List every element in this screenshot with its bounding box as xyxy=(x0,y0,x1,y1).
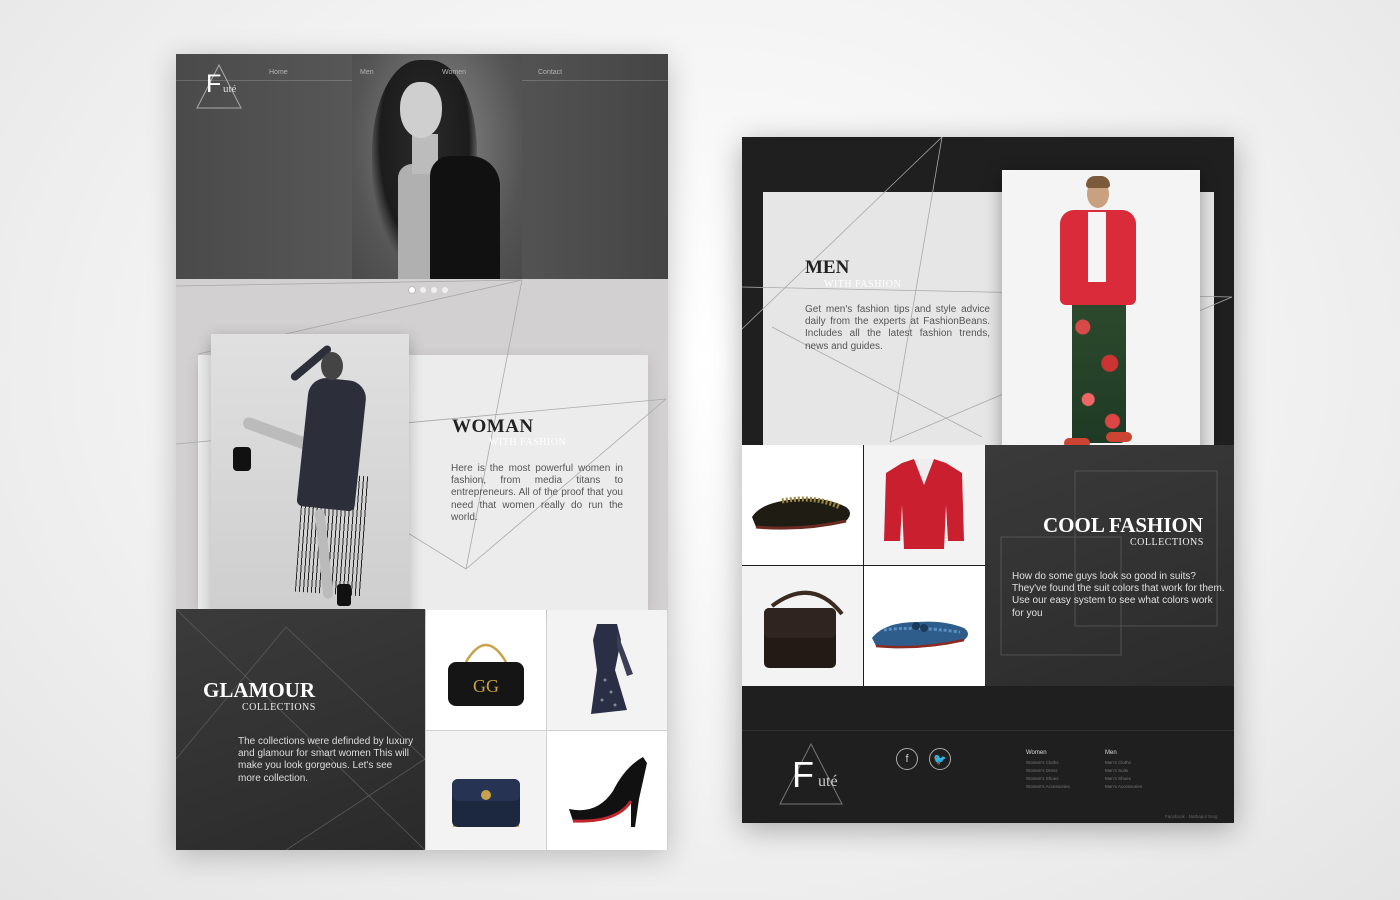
men-subtitle: WITH FASHION xyxy=(824,279,902,290)
men-title: MEN xyxy=(805,257,850,278)
cool-fashion-description: How do some guys look so good in suits? … xyxy=(1012,571,1225,619)
footer-link[interactable]: Women's Dress xyxy=(1026,767,1070,775)
footer-men-heading: Men xyxy=(1105,750,1117,756)
facebook-icon[interactable]: f xyxy=(896,748,918,770)
rectangle-outline-decoration xyxy=(1000,470,1218,656)
product-gold-loafer[interactable] xyxy=(742,445,863,565)
product-blue-tassel-loafer[interactable] xyxy=(864,566,985,686)
glamour-title: GLAMOUR xyxy=(203,678,315,702)
footer-link[interactable]: Men's Shoes xyxy=(1105,775,1142,783)
dress-icon xyxy=(591,624,633,714)
nav-women[interactable]: Women xyxy=(442,69,466,76)
handbag-icon: GG xyxy=(448,643,524,706)
carousel-dot[interactable] xyxy=(442,287,448,293)
hero-carousel-dots xyxy=(409,287,448,293)
footer-brand-logo[interactable]: F uté xyxy=(776,740,846,810)
footer-link[interactable]: Women's Accessories xyxy=(1026,783,1070,791)
woman-description: Here is the most powerful women in fashi… xyxy=(451,463,623,523)
hero-model-photo xyxy=(352,54,522,279)
woman-subtitle: WITH FASHION xyxy=(489,437,567,448)
main-nav: Home Men Women Contact xyxy=(176,69,668,83)
twitter-icon[interactable]: 🐦 xyxy=(929,748,951,770)
product-sequin-dress[interactable] xyxy=(547,610,667,730)
product-velvet-bag[interactable]: GG xyxy=(426,610,546,730)
footer-divider xyxy=(742,730,1234,731)
loafer-icon xyxy=(752,496,850,530)
footer-link[interactable]: Women's Cloths xyxy=(1026,759,1070,767)
messenger-bag-icon xyxy=(764,590,844,668)
footer-link[interactable]: Men's Accessories xyxy=(1105,783,1142,791)
footer-link[interactable]: Men's Cloths xyxy=(1105,759,1142,767)
footer-link[interactable]: Women's Shoes xyxy=(1026,775,1070,783)
loafer-icon xyxy=(872,621,968,649)
footer-women-links: Women Women's Cloths Women's Dress Women… xyxy=(1026,750,1070,791)
carousel-dot[interactable] xyxy=(420,287,426,293)
logo-suffix: uté xyxy=(223,83,237,95)
glamour-subtitle: COLLECTIONS xyxy=(242,702,316,713)
product-leather-bag[interactable] xyxy=(742,566,863,686)
handbag-icon xyxy=(452,779,520,828)
cool-fashion-panel xyxy=(985,445,1234,686)
hero-banner: F uté Home Men Women Contact xyxy=(176,54,668,279)
high-heel-icon xyxy=(569,757,647,827)
footer-men-links: Men Men's Cloths Men's Suits Men's Shoes… xyxy=(1105,750,1142,791)
men-model-photo xyxy=(1002,170,1200,466)
carousel-dot[interactable] xyxy=(431,287,437,293)
glamour-panel xyxy=(176,609,425,850)
footer-credit: Facebook · Nathapol Sorg xyxy=(1165,814,1218,819)
logo-letter: F xyxy=(792,754,814,795)
men-landing-page: MEN WITH FASHION Get men's fashion tips … xyxy=(742,137,1234,823)
woman-model-photo xyxy=(211,334,409,631)
nav-home[interactable]: Home xyxy=(269,69,288,76)
woman-title: WOMAN xyxy=(452,416,534,437)
nav-men[interactable]: Men xyxy=(360,69,374,76)
footer-women-heading: Women xyxy=(1026,750,1047,756)
product-red-sole-heel[interactable] xyxy=(547,731,667,850)
cool-fashion-subtitle: COLLECTIONS xyxy=(1130,537,1204,548)
women-landing-page: F uté Home Men Women Contact WOMAN WITH … xyxy=(176,54,668,850)
footer-link[interactable]: Men's Suits xyxy=(1105,767,1142,775)
svg-text:GG: GG xyxy=(473,676,499,696)
glamour-description: The collections were definded by luxury … xyxy=(238,736,414,784)
carousel-dot[interactable] xyxy=(409,287,415,293)
nav-contact[interactable]: Contact xyxy=(538,69,562,76)
cool-fashion-title: COOL FASHION xyxy=(1043,513,1204,537)
diamond-outline-decoration xyxy=(176,609,425,850)
product-red-blazer[interactable] xyxy=(864,445,985,565)
men-description: Get men's fashion tips and style advice … xyxy=(805,304,990,352)
blazer-icon xyxy=(884,459,964,549)
product-python-bag[interactable] xyxy=(426,731,546,850)
logo-suffix: uté xyxy=(818,773,838,790)
